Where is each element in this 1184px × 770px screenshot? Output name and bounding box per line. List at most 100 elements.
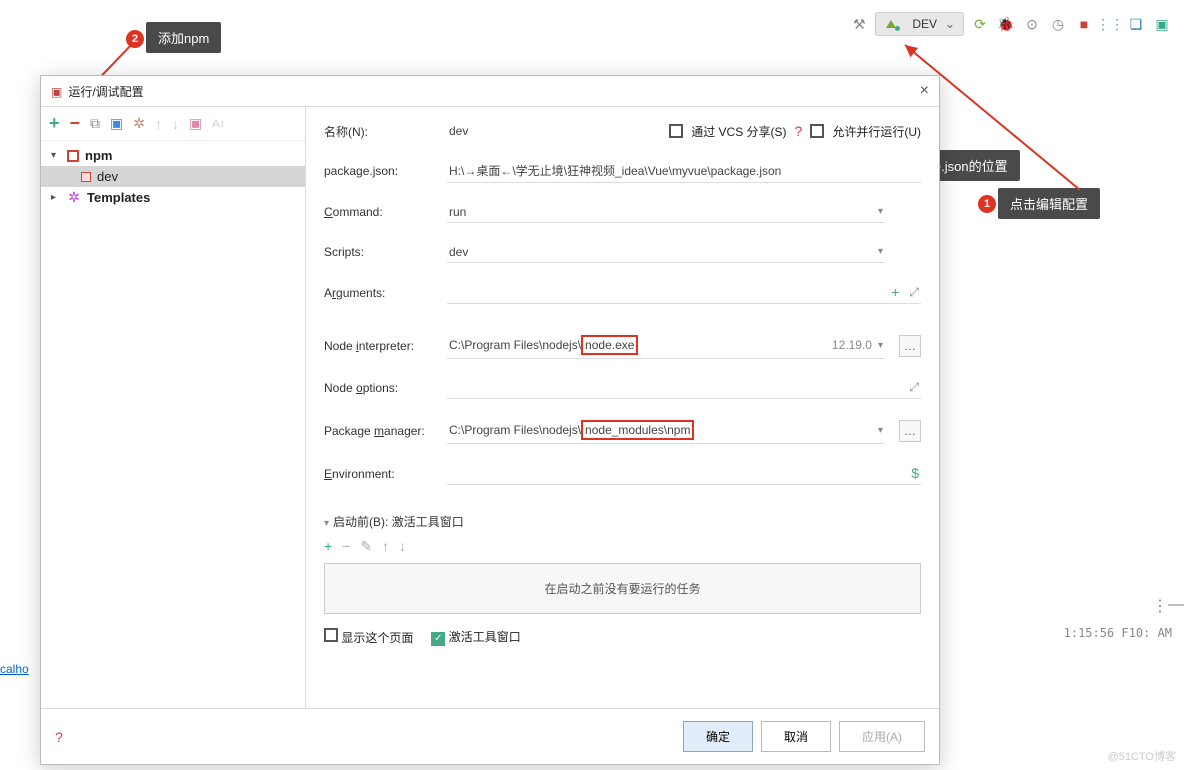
dialog-titlebar: ▣运行/调试配置 × xyxy=(41,76,939,107)
name-value[interactable]: dev xyxy=(447,121,507,141)
config-tree: ▾ npm dev ▸ ✲ Templates xyxy=(41,141,305,212)
expand-icon[interactable]: ⤢ xyxy=(909,285,919,300)
dialog-footer: ? 确定 取消 应用(A) xyxy=(41,708,939,764)
npm-path-highlight: node_modules\npm xyxy=(581,420,694,440)
move-up-button[interactable]: ↑ xyxy=(382,538,389,555)
no-tasks-message: 在启动之前没有要运行的任务 xyxy=(324,563,921,614)
add-config-button[interactable]: + xyxy=(49,113,60,134)
move-down-button[interactable]: ↓ xyxy=(172,116,179,132)
ok-button[interactable]: 确定 xyxy=(683,721,753,752)
share-vcs-label: 通过 VCS 分享(S) xyxy=(691,123,786,140)
scripts-select[interactable]: dev▾ xyxy=(447,242,885,263)
profiler-icon[interactable]: ◷ xyxy=(1048,14,1068,34)
show-page-checkbox[interactable] xyxy=(324,628,338,642)
options-row: 显示这个页面 ✓ 激活工具窗口 xyxy=(324,628,921,646)
package-manager-row: Package manager: C:\Program Files\nodejs… xyxy=(324,417,921,444)
tree-node-templates[interactable]: ▸ ✲ Templates xyxy=(41,187,305,208)
settings-button[interactable]: ✲ xyxy=(133,115,145,132)
pkgjson-row: package.json: H:\→桌面←\学无止境\狂神视频_idea\Vue… xyxy=(324,159,921,183)
reload-icon[interactable]: ⟳ xyxy=(970,14,990,34)
share-vcs-checkbox[interactable] xyxy=(669,124,683,138)
annotation-2: 添加npm xyxy=(146,22,221,53)
browse-button[interactable]: … xyxy=(899,335,921,357)
arguments-row: Arguments: +⤢ xyxy=(324,281,921,304)
add-task-button[interactable]: + xyxy=(324,538,332,555)
move-up-button[interactable]: ↑ xyxy=(155,116,162,132)
command-select[interactable]: run▾ xyxy=(447,202,885,223)
tree-node-npm[interactable]: ▾ npm xyxy=(41,145,305,166)
parallel-label: 允许并行运行(U) xyxy=(832,123,921,140)
grid-icon[interactable]: ⋮⋮ xyxy=(1100,14,1120,34)
before-launch-toolbar: + − ✎ ↑ ↓ xyxy=(324,536,921,563)
folder-button[interactable]: ▣ xyxy=(189,115,202,132)
tree-node-dev-label: dev xyxy=(97,169,118,184)
package-manager-field[interactable]: C:\Program Files\nodejs\node_modules\npm… xyxy=(447,417,885,444)
build-icon[interactable]: ⚒ xyxy=(849,14,869,34)
tree-node-npm-label: npm xyxy=(85,148,112,163)
pkgjson-label: package.json: xyxy=(324,164,439,178)
node-interpreter-row: Node interpreter: C:\Program Files\nodej… xyxy=(324,332,921,359)
node-interpreter-field[interactable]: C:\Program Files\nodejs\node.exe 12.19.0… xyxy=(447,332,885,359)
coverage-icon[interactable]: ⊙ xyxy=(1022,14,1042,34)
stop-icon[interactable]: ■ xyxy=(1074,14,1094,34)
node-options-field[interactable]: ⤢ xyxy=(447,377,921,399)
sort-button[interactable]: A↕ xyxy=(212,118,225,130)
remove-config-button[interactable]: − xyxy=(70,113,81,134)
bug-icon[interactable]: 🐞 xyxy=(996,14,1016,34)
chevron-down-icon: ▾ xyxy=(878,425,883,436)
terminal-icon[interactable]: ▣ xyxy=(1152,14,1172,34)
close-icon[interactable]: × xyxy=(920,82,929,100)
more-icon[interactable]: ⋮ xyxy=(1152,596,1168,616)
show-page-label: 显示这个页面 xyxy=(341,631,413,645)
command-row: Command: run▾ xyxy=(324,201,921,223)
cancel-button[interactable]: 取消 xyxy=(761,721,831,752)
tree-node-templates-label: Templates xyxy=(87,190,150,205)
scripts-row: Scripts: dev▾ xyxy=(324,241,921,263)
env-vars-button[interactable]: $ xyxy=(911,465,919,481)
dialog-title: 运行/调试配置 xyxy=(68,85,143,99)
name-row: 名称(N): dev 通过 VCS 分享(S) ? 允许并行运行(U) xyxy=(324,121,921,141)
chevron-down-icon: ▾ xyxy=(878,206,883,217)
before-launch-section: ▾启动前(B): 激活工具窗口 + − ✎ ↑ ↓ 在启动之前没有要运行的任务 xyxy=(324,513,921,614)
config-form: 名称(N): dev 通过 VCS 分享(S) ? 允许并行运行(U) pack… xyxy=(306,107,939,708)
arguments-field[interactable]: +⤢ xyxy=(447,281,921,304)
help-icon[interactable]: ? xyxy=(795,123,803,139)
expand-icon[interactable]: ⤢ xyxy=(909,380,919,395)
chevron-down-icon: ⌄ xyxy=(945,17,955,31)
node-options-row: Node options: ⤢ xyxy=(324,377,921,399)
chevron-down-icon[interactable]: ▾ xyxy=(324,518,329,529)
browse-button[interactable]: … xyxy=(899,420,921,442)
chevron-down-icon: ▾ xyxy=(878,246,883,257)
name-label: 名称(N): xyxy=(324,123,439,140)
pkgjson-field[interactable]: H:\→桌面←\学无止境\狂神视频_idea\Vue\myvue\package… xyxy=(447,159,921,183)
save-config-button[interactable]: ▣ xyxy=(110,115,123,132)
scripts-label: Scripts: xyxy=(324,245,439,259)
node-version: 12.19.0 xyxy=(832,338,872,352)
insert-macro-button[interactable]: + xyxy=(891,284,899,300)
apply-button[interactable]: 应用(A) xyxy=(839,721,925,752)
chevron-down-icon: ▾ xyxy=(878,340,883,351)
url-fragment: calho xyxy=(0,662,29,676)
chevron-down-icon: ▾ xyxy=(51,150,61,161)
environment-row: Environment: $ xyxy=(324,462,921,485)
edit-task-button[interactable]: ✎ xyxy=(360,538,372,555)
activate-window-label: 激活工具窗口 xyxy=(449,630,521,644)
search-icon[interactable]: ❏ xyxy=(1126,14,1146,34)
run-config-label: DEV xyxy=(912,17,937,31)
activate-window-checkbox[interactable]: ✓ xyxy=(431,632,445,646)
environment-field[interactable]: $ xyxy=(447,462,921,485)
move-down-button[interactable]: ↓ xyxy=(399,538,406,555)
config-tree-panel: + − ⧉ ▣ ✲ ↑ ↓ ▣ A↕ ▾ npm dev xyxy=(41,107,306,708)
node-exe-highlight: node.exe xyxy=(581,335,638,355)
run-config-selector[interactable]: DEV ⌄ xyxy=(875,12,964,36)
remove-task-button[interactable]: − xyxy=(342,538,350,555)
gear-icon: ✲ xyxy=(67,191,81,205)
copy-config-button[interactable]: ⧉ xyxy=(90,115,100,132)
minimize-icon[interactable]: — xyxy=(1168,596,1184,614)
parallel-checkbox[interactable] xyxy=(810,124,824,138)
chevron-right-icon: ▸ xyxy=(51,192,61,203)
help-icon[interactable]: ? xyxy=(55,729,63,745)
run-debug-config-dialog: ▣运行/调试配置 × + − ⧉ ▣ ✲ ↑ ↓ ▣ A↕ ▾ npm xyxy=(40,75,940,765)
tree-node-dev[interactable]: dev xyxy=(41,166,305,187)
clock-text: 1:15:56 F10: AM xyxy=(1064,626,1172,640)
